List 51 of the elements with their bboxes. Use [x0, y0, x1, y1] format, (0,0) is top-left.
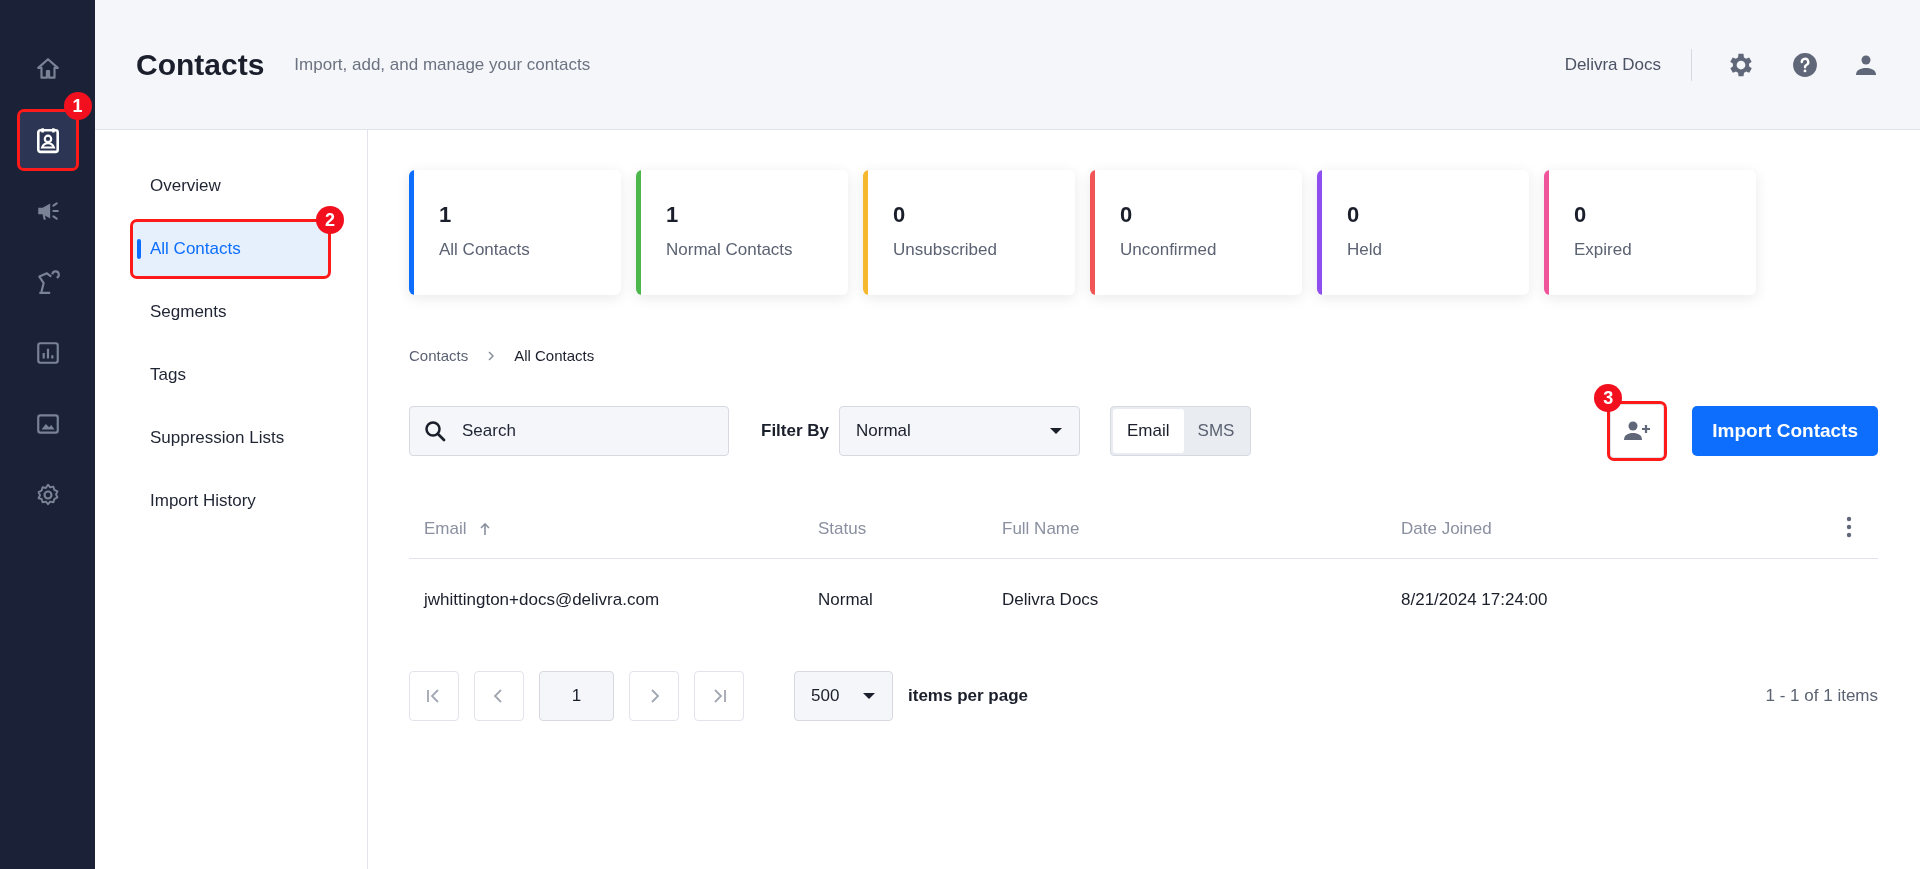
- stat-value: 1: [666, 202, 680, 228]
- channel-tab[interactable]: SMS: [1183, 409, 1249, 453]
- stat-label: Unconfirmed: [1120, 240, 1218, 260]
- contact-card-icon: [34, 126, 61, 154]
- stat-label: Expired: [1574, 240, 1633, 260]
- image-icon: [34, 411, 61, 437]
- rail-contacts-button[interactable]: [19, 112, 76, 168]
- chevron-right-icon: [486, 349, 497, 362]
- table-cell: jwhittington+docs@delivra.com: [424, 590, 660, 609]
- breadcrumb-link[interactable]: Contacts: [409, 347, 469, 364]
- caret-icon: [862, 692, 876, 700]
- help-button[interactable]: [1792, 51, 1818, 78]
- breadcrumb-link[interactable]: All Contacts: [514, 347, 595, 364]
- account-link[interactable]: Delivra Docs: [1564, 54, 1661, 75]
- stat-value: 1: [439, 202, 453, 228]
- table-cell: Delivra Docs: [1002, 590, 1099, 609]
- subnav-item[interactable]: Segments: [133, 285, 328, 339]
- bar-chart-icon: [34, 340, 61, 366]
- callout-badge: 2: [316, 206, 344, 234]
- stat-value: 0: [893, 202, 907, 228]
- table-cell: 8/21/2024 17:24:00: [1401, 590, 1548, 609]
- stat-value: 0: [1347, 202, 1361, 228]
- page-title: Contacts: [136, 47, 265, 82]
- stat-label: Unsubscribed: [893, 240, 998, 260]
- filter-dropdown[interactable]: Normal: [839, 406, 1081, 456]
- stat-label: Normal Contacts: [666, 240, 794, 260]
- sort-up-icon: [478, 522, 491, 536]
- home-icon: [34, 56, 61, 82]
- caret-icon: [1049, 427, 1064, 435]
- page-subtitle: Import, add, and manage your contacts: [294, 54, 591, 75]
- table-cell: Normal: [818, 590, 873, 609]
- page-number-button[interactable]: 1: [539, 671, 614, 721]
- subnav-item[interactable]: Tags: [133, 348, 328, 402]
- page-size-dropdown[interactable]: 500: [794, 671, 893, 721]
- add-person-icon: [1623, 420, 1652, 442]
- search-field[interactable]: Search: [409, 406, 729, 456]
- more-options-icon[interactable]: [1846, 515, 1852, 538]
- page-size-label: items per page: [908, 686, 1028, 706]
- callout-badge: 1: [63, 92, 92, 120]
- pagination-summary: 1 - 1 of 1 items: [1765, 686, 1878, 706]
- filter-label: Filter By: [761, 421, 830, 441]
- stat-value: 0: [1574, 202, 1588, 228]
- stat-label: Held: [1347, 240, 1383, 260]
- subnav-item[interactable]: Suppression Lists: [133, 411, 328, 465]
- callout-badge: 3: [1594, 384, 1623, 412]
- add-contact-button[interactable]: [1610, 404, 1665, 458]
- stat-value: 0: [1120, 202, 1134, 228]
- stat-label: All Contacts: [439, 240, 531, 260]
- import-contacts-button[interactable]: Import Contacts: [1692, 406, 1878, 456]
- channel-tab[interactable]: Email: [1113, 409, 1184, 453]
- subnav-item[interactable]: Import History: [133, 474, 328, 528]
